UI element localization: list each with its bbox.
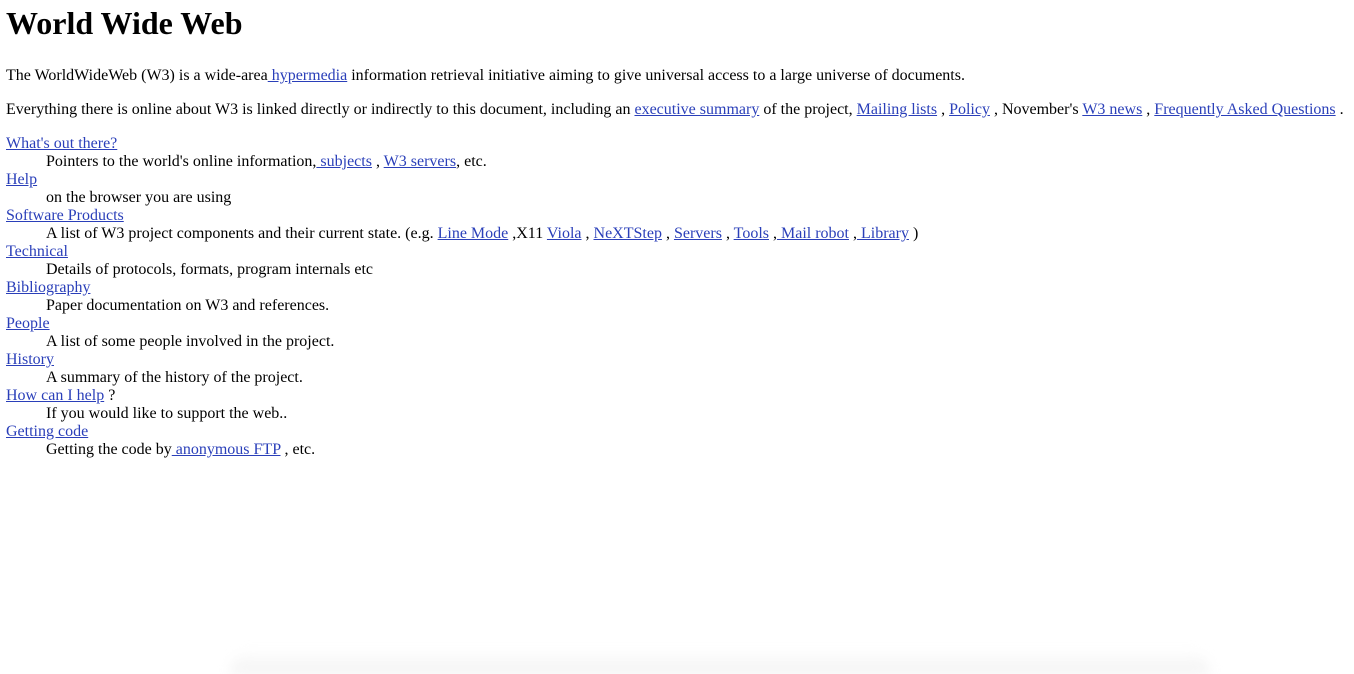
- separator: ,: [371, 153, 384, 170]
- servers-link[interactable]: Servers: [674, 225, 722, 242]
- overview-text-end: .: [1335, 101, 1344, 118]
- how-can-i-help-link[interactable]: How can I help: [6, 387, 104, 404]
- topic-help: Help: [6, 171, 1350, 189]
- policy-link[interactable]: Policy: [949, 101, 990, 118]
- topic-technical: Technical: [6, 243, 1350, 261]
- w3-servers-link[interactable]: W3 servers: [384, 153, 456, 170]
- topic-history-desc: A summary of the history of the project.: [46, 369, 303, 386]
- topic-software-products: Software Products: [6, 207, 1350, 225]
- library-link[interactable]: Library: [857, 225, 909, 242]
- technical-link[interactable]: Technical: [6, 243, 68, 260]
- desc-text: ): [908, 225, 919, 242]
- x11-text: ,X11: [508, 225, 547, 242]
- topic-bibliography: Bibliography: [6, 279, 1350, 297]
- line-mode-link[interactable]: Line Mode: [438, 225, 509, 242]
- mail-robot-link[interactable]: Mail robot: [777, 225, 849, 242]
- topic-help-desc: on the browser you are using: [46, 189, 232, 206]
- desc-text: Getting the code by: [46, 441, 172, 458]
- desc-text: Pointers to the world's online informati…: [46, 153, 317, 170]
- mailing-lists-link[interactable]: Mailing lists: [857, 101, 937, 118]
- topic-getting-code: Getting code: [6, 423, 1350, 441]
- separator: ,: [581, 225, 594, 242]
- topic-technical-desc: Details of protocols, formats, program i…: [46, 261, 374, 278]
- executive-summary-link[interactable]: executive summary: [634, 101, 759, 118]
- bibliography-link[interactable]: Bibliography: [6, 279, 90, 296]
- getting-code-link[interactable]: Getting code: [6, 423, 88, 440]
- topic-how-can-i-help-desc: If you would like to support the web..: [46, 405, 288, 422]
- desc-text: , etc.: [280, 441, 316, 458]
- history-link[interactable]: History: [6, 351, 54, 368]
- subjects-link[interactable]: subjects: [316, 153, 372, 170]
- desc-text: , etc.: [456, 153, 487, 170]
- separator: ,: [937, 101, 950, 118]
- intro-paragraph: The WorldWideWeb (W3) is a wide-area hyp…: [6, 67, 1350, 85]
- intro-text-before: The WorldWideWeb (W3) is a wide-area: [6, 67, 268, 84]
- intro-text-after: information retrieval initiative aiming …: [347, 67, 965, 84]
- overview-text-mid: of the project,: [759, 101, 857, 118]
- anonymous-ftp-link[interactable]: anonymous FTP: [172, 441, 281, 458]
- question-mark: ?: [104, 387, 116, 404]
- software-products-link[interactable]: Software Products: [6, 207, 124, 224]
- topic-how-can-i-help: How can I help ?: [6, 387, 1350, 405]
- bottom-shadow: [230, 650, 1210, 674]
- whats-out-there-link[interactable]: What's out there?: [6, 135, 117, 152]
- tools-link[interactable]: Tools: [734, 225, 769, 242]
- desc-text: A list of W3 project components and thei…: [46, 225, 438, 242]
- help-link[interactable]: Help: [6, 171, 37, 188]
- topic-whats-out-there-desc: Pointers to the world's online informati…: [46, 153, 1350, 171]
- topic-software-products-desc: A list of W3 project components and thei…: [46, 225, 1350, 243]
- separator: ,: [661, 225, 674, 242]
- faq-link[interactable]: Frequently Asked Questions: [1154, 101, 1335, 118]
- separator: ,: [848, 225, 857, 242]
- overview-paragraph: Everything there is online about W3 is l…: [6, 101, 1350, 119]
- topic-people: People: [6, 315, 1350, 333]
- hypermedia-link[interactable]: hypermedia: [268, 67, 348, 84]
- separator: ,: [721, 225, 734, 242]
- overview-text-news: , November's: [989, 101, 1083, 118]
- topic-bibliography-desc: Paper documentation on W3 and references…: [46, 297, 330, 314]
- overview-text-before: Everything there is online about W3 is l…: [6, 101, 635, 118]
- page-title: World Wide Web: [6, 5, 243, 41]
- nextstep-link[interactable]: NeXTStep: [594, 225, 662, 242]
- viola-link[interactable]: Viola: [547, 225, 582, 242]
- separator: ,: [1142, 101, 1155, 118]
- people-link[interactable]: People: [6, 315, 50, 332]
- separator: ,: [768, 225, 777, 242]
- topic-whats-out-there: What's out there?: [6, 135, 1350, 153]
- w3-news-link[interactable]: W3 news: [1082, 101, 1142, 118]
- topic-getting-code-desc: Getting the code by anonymous FTP , etc.: [46, 441, 1350, 459]
- topic-list: What's out there? Pointers to the world'…: [6, 135, 1350, 459]
- topic-people-desc: A list of some people involved in the pr…: [46, 333, 335, 350]
- topic-history: History: [6, 351, 1350, 369]
- page-content: World Wide Web The WorldWideWeb (W3) is …: [6, 0, 1350, 459]
